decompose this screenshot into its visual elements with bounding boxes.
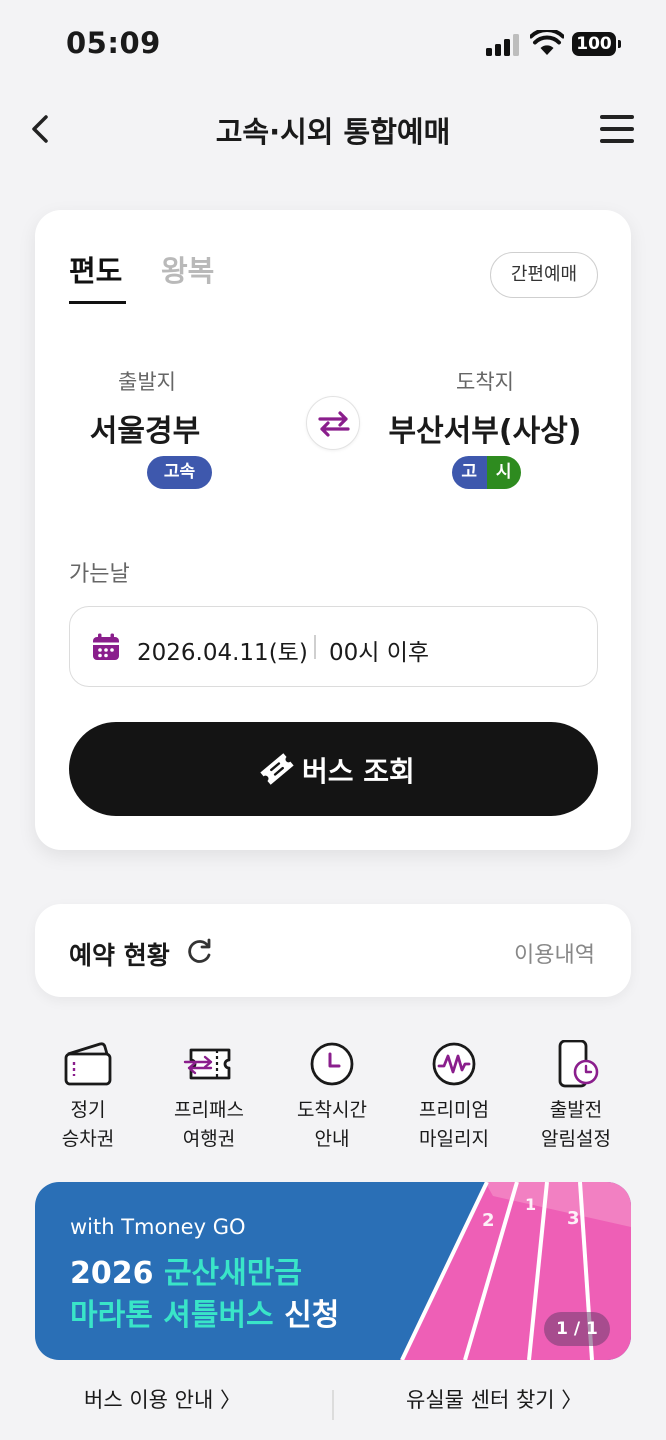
search-bus-label: 버스 조회 bbox=[302, 755, 415, 788]
departure-station[interactable]: 서울경부 bbox=[0, 406, 295, 450]
quick-menu-arrival-time[interactable]: 도착시간 안내 bbox=[272, 1040, 392, 1154]
wallet-icon bbox=[64, 1042, 112, 1086]
calendar-icon bbox=[93, 633, 119, 660]
tab-round-trip[interactable]: 왕복 bbox=[161, 248, 214, 290]
mileage-icon bbox=[432, 1042, 476, 1086]
reservation-status-card: 예약 현황 이용내역 bbox=[35, 904, 631, 997]
quick-menu-label: 정기 승차권 bbox=[61, 1099, 115, 1150]
arrival-station[interactable]: 부산서부(사상) bbox=[335, 406, 635, 450]
quick-menu-premium-mileage[interactable]: 프리미엄 마일리지 bbox=[394, 1040, 514, 1154]
date-value: 2026.04.11(토) bbox=[137, 640, 308, 666]
phone-alarm-icon bbox=[558, 1040, 599, 1088]
banner-highlight: 마라톤 셔틀버스 bbox=[70, 1298, 274, 1333]
header: 고속·시외 통합예매 bbox=[0, 95, 666, 165]
banner-subtitle: with Tmoney GO bbox=[70, 1215, 246, 1239]
page-title: 고속·시외 통합예매 bbox=[215, 115, 451, 149]
intercity-badge-part: 시 bbox=[486, 456, 521, 489]
date-picker-field[interactable]: 2026.04.11(토) 00시 이후 bbox=[69, 606, 598, 687]
banner-page-indicator: 1 / 1 bbox=[544, 1312, 610, 1346]
status-bar: 05:09 100 bbox=[0, 0, 666, 90]
date-label: 가는날 bbox=[69, 562, 130, 587]
refresh-icon[interactable] bbox=[187, 938, 213, 964]
quick-menu-label: 프리미엄 마일리지 bbox=[419, 1099, 489, 1150]
quick-booking-button[interactable]: 간편예매 bbox=[490, 252, 598, 298]
express-badge: 고속 bbox=[147, 456, 212, 489]
tab-one-way[interactable]: 편도 bbox=[69, 248, 127, 304]
lane-number: 1 bbox=[525, 1195, 536, 1214]
quick-menu-label: 도착시간 안내 bbox=[297, 1099, 367, 1150]
lane-number: 2 bbox=[482, 1210, 495, 1231]
quick-menu-label: 프리패스 여행권 bbox=[174, 1099, 244, 1150]
status-time: 05:09 bbox=[66, 26, 161, 60]
bus-guide-link[interactable]: 버스 이용 안내 〉 bbox=[84, 1384, 241, 1414]
wifi-icon bbox=[530, 30, 564, 55]
reservation-status-title: 예약 현황 bbox=[69, 941, 170, 970]
quick-menu-label: 출발전 알림설정 bbox=[541, 1099, 611, 1150]
menu-button[interactable] bbox=[598, 113, 638, 147]
promo-banner[interactable]: 2 1 3 with Tmoney GO 2026 군산새만금 마라톤 셔틀버스… bbox=[35, 1182, 631, 1360]
quick-menu-free-pass[interactable]: 프리패스 여행권 bbox=[149, 1040, 269, 1154]
clock-icon bbox=[310, 1042, 354, 1086]
lost-found-link[interactable]: 유실물 센터 찾기 〉 bbox=[406, 1384, 582, 1414]
express-badge-part: 고 bbox=[452, 456, 487, 489]
banner-title-line2: 마라톤 셔틀버스 신청 bbox=[70, 1290, 339, 1334]
quick-menu-departure-alert[interactable]: 출발전 알림설정 bbox=[516, 1040, 636, 1154]
banner-year: 2026 bbox=[70, 1256, 164, 1291]
footer-divider bbox=[332, 1390, 334, 1420]
lane-number: 3 bbox=[567, 1208, 580, 1229]
arrival-label: 도착지 bbox=[456, 370, 514, 394]
banner-highlight: 군산새만금 bbox=[163, 1256, 302, 1291]
quick-menu-commuter-pass[interactable]: 정기 승차권 bbox=[28, 1040, 148, 1154]
ticket-icon bbox=[260, 753, 294, 785]
date-divider bbox=[314, 635, 316, 659]
usage-history-link[interactable]: 이용내역 bbox=[514, 937, 595, 969]
signal-icon bbox=[486, 34, 520, 56]
search-bus-button[interactable]: 버스 조회 bbox=[69, 722, 598, 816]
quick-menu: 정기 승차권 프리패스 여행권 도착시간 안내 프리미엄 마일리지 출발전 알림… bbox=[0, 1040, 666, 1160]
time-value: 00시 이후 bbox=[329, 640, 430, 666]
banner-title-line1: 2026 군산새만금 bbox=[70, 1248, 302, 1292]
battery-icon: 100 bbox=[572, 32, 621, 56]
banner-suffix: 신청 bbox=[273, 1298, 340, 1333]
express-intercity-badge: 고 시 bbox=[452, 456, 521, 489]
booking-card: 편도 왕복 간편예매 출발지 서울경부 고속 도착지 부산서부(사상) 고 시 … bbox=[35, 210, 631, 850]
ticket-pass-icon bbox=[183, 1048, 231, 1080]
departure-label: 출발지 bbox=[118, 370, 176, 394]
